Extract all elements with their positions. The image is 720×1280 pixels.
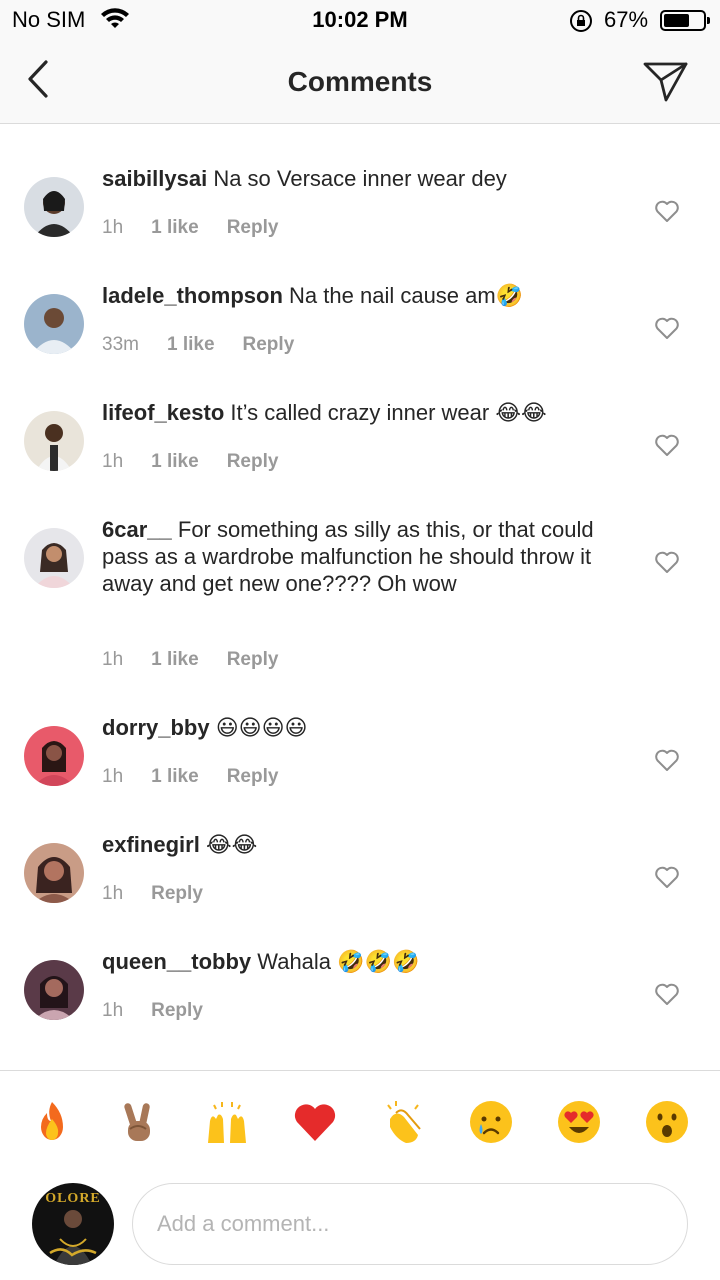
heart-icon[interactable]: [654, 550, 680, 574]
avatar[interactable]: [24, 177, 84, 237]
avatar[interactable]: [24, 960, 84, 1020]
comment-body: It’s called crazy inner wear 😂😂: [230, 400, 547, 425]
like-count[interactable]: 1 like: [151, 217, 199, 239]
comment-time: 1h: [102, 1000, 124, 1021]
avatar[interactable]: [24, 528, 84, 588]
comment-body: 😂😂: [205, 832, 258, 857]
red-heart-emoji-button[interactable]: [292, 1099, 338, 1145]
heart-icon[interactable]: [654, 433, 680, 457]
surprised-face-emoji-button[interactable]: [644, 1099, 690, 1145]
comment-body: Na the nail cause am🤣: [289, 283, 524, 308]
comment-meta: 1h 1 like Reply: [102, 766, 306, 788]
comment-meta: 1h 1 like Reply: [102, 217, 306, 239]
heart-eyes-emoji-button[interactable]: [556, 1099, 602, 1145]
fire-emoji-button[interactable]: [29, 1099, 75, 1145]
comment-username[interactable]: dorry_bby: [102, 715, 210, 740]
reply-button[interactable]: Reply: [227, 217, 279, 239]
comment-body: For something as silly as this, or that …: [102, 517, 594, 596]
reply-button[interactable]: Reply: [227, 766, 279, 788]
battery-icon: [660, 10, 710, 31]
navigation-bar: Comments: [0, 40, 720, 124]
comment-text: dorry_bby 😃😃😃😃: [102, 714, 622, 741]
crying-face-emoji-button[interactable]: [468, 1099, 514, 1145]
comment-username[interactable]: saibillysai: [102, 166, 207, 191]
comment-time: 33m: [102, 334, 139, 355]
comment-body: Na so Versace inner wear dey: [213, 166, 507, 191]
battery-fill: [664, 14, 689, 27]
comment-username[interactable]: lifeof_kesto: [102, 400, 224, 425]
clapping-hands-emoji-button[interactable]: [380, 1099, 426, 1145]
reply-button[interactable]: Reply: [227, 451, 279, 473]
comment-time: 1h: [102, 883, 124, 904]
reply-button[interactable]: Reply: [227, 649, 279, 671]
like-count[interactable]: 1 like: [151, 766, 199, 788]
comment-text: lifeof_kesto It’s called crazy inner wea…: [102, 399, 622, 426]
status-bar: No SIM 10:02 PM 67%: [0, 0, 720, 40]
battery-percent: 67%: [604, 7, 649, 32]
avatar[interactable]: [24, 726, 84, 786]
comment-time: 1h: [102, 217, 124, 238]
heart-icon[interactable]: [654, 199, 680, 223]
heart-icon[interactable]: [654, 316, 680, 340]
comment-body: Wahala 🤣🤣🤣: [257, 949, 420, 974]
comment-composer-bar: OLORE: [0, 1070, 720, 1280]
reply-button[interactable]: Reply: [151, 1000, 203, 1022]
comment-username[interactable]: exfinegirl: [102, 832, 200, 857]
avatar[interactable]: [24, 411, 84, 471]
avatar[interactable]: [24, 843, 84, 903]
avatar[interactable]: [24, 294, 84, 354]
heart-icon[interactable]: [654, 748, 680, 772]
comment-time: 1h: [102, 649, 124, 670]
victory-hand-emoji-button[interactable]: [116, 1099, 162, 1145]
comment-text: queen__tobby Wahala 🤣🤣🤣: [102, 948, 622, 975]
comment-username[interactable]: queen__tobby: [102, 949, 251, 974]
comments-list[interactable]: saibillysai Na so Versace inner wear dey…: [0, 124, 720, 1070]
comment-meta: 1h 1 like Reply: [102, 649, 306, 671]
comment-meta: 1h 1 like Reply: [102, 451, 306, 473]
reply-button[interactable]: Reply: [243, 334, 295, 356]
paper-plane-icon[interactable]: [640, 56, 690, 106]
comment-body: 😃😃😃😃: [215, 715, 308, 740]
comment-meta: 1h Reply: [102, 883, 231, 905]
quick-reactions: [0, 1099, 720, 1149]
comment-text: saibillysai Na so Versace inner wear dey: [102, 165, 622, 192]
comment-username[interactable]: ladele_thompson: [102, 283, 283, 308]
comment-text: ladele_thompson Na the nail cause am🤣: [102, 282, 622, 309]
like-count[interactable]: 1 like: [151, 451, 199, 473]
comment-meta: 1h Reply: [102, 1000, 231, 1022]
comment-text: 6car__ For something as silly as this, o…: [102, 516, 622, 597]
comment-text: exfinegirl 😂😂: [102, 831, 622, 858]
comment-input-field[interactable]: [132, 1183, 688, 1265]
composer-avatar[interactable]: OLORE: [32, 1183, 114, 1265]
heart-icon[interactable]: [654, 982, 680, 1006]
comment-input[interactable]: [133, 1184, 687, 1264]
comment-meta: 33m 1 like Reply: [102, 334, 322, 356]
reply-button[interactable]: Reply: [151, 883, 203, 905]
comment-username[interactable]: 6car__: [102, 517, 172, 542]
comment-time: 1h: [102, 766, 124, 787]
heart-icon[interactable]: [654, 865, 680, 889]
raising-hands-emoji-button[interactable]: [204, 1099, 250, 1145]
rotation-lock-icon: [569, 9, 593, 38]
comment-time: 1h: [102, 451, 124, 472]
like-count[interactable]: 1 like: [151, 649, 199, 671]
page-title: Comments: [287, 66, 433, 97]
like-count[interactable]: 1 like: [167, 334, 215, 356]
